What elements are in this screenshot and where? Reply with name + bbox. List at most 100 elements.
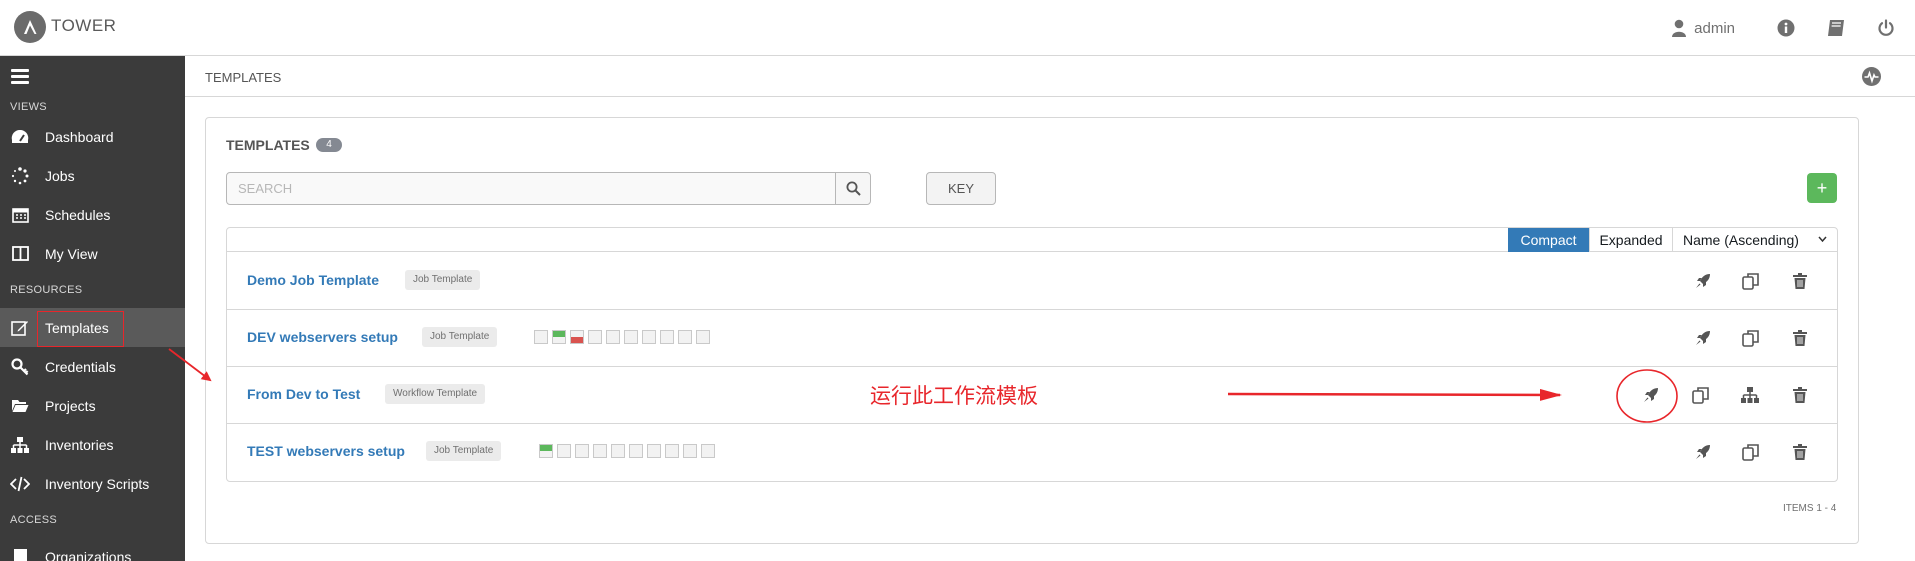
menu-toggle-icon[interactable] [11, 69, 29, 85]
code-icon [10, 474, 30, 494]
building-icon [10, 547, 30, 561]
expanded-view-button[interactable]: Expanded [1589, 228, 1672, 252]
activity-stream-icon[interactable] [1862, 67, 1881, 86]
copy-icon[interactable] [1741, 328, 1761, 348]
sidebar-item-credentials[interactable]: Credentials [0, 347, 185, 386]
launch-icon[interactable] [1641, 385, 1661, 405]
sort-select[interactable]: Name (Ascending) [1672, 228, 1837, 252]
search-input[interactable] [227, 173, 836, 204]
breadcrumb: TEMPLATES [185, 56, 1915, 97]
edit-icon [10, 318, 30, 338]
copy-icon[interactable] [1741, 442, 1761, 462]
sidebar-item-my-view[interactable]: My View [0, 234, 185, 273]
job-status-square[interactable] [678, 330, 692, 344]
templates-list: Compact Expanded Name (Ascending) Demo J… [226, 227, 1838, 482]
table-row: Demo Job Template Job Template [227, 253, 1837, 310]
sidebar-item-label: Organizations [45, 548, 132, 561]
job-status-square[interactable] [606, 330, 620, 344]
folder-icon [10, 396, 30, 416]
search-icon [846, 181, 861, 196]
sidebar-item-label: Inventories [45, 436, 114, 453]
template-name-link[interactable]: TEST webservers setup [247, 443, 405, 459]
job-status-square[interactable] [665, 444, 679, 458]
recent-jobs-sparkline [534, 330, 710, 344]
power-icon[interactable] [1875, 17, 1897, 39]
sidebar-item-jobs[interactable]: Jobs [0, 156, 185, 195]
top-navbar: TOWER admin [0, 0, 1915, 56]
job-status-square[interactable] [624, 330, 638, 344]
sidebar-item-projects[interactable]: Projects [0, 386, 185, 425]
job-status-square[interactable] [629, 444, 643, 458]
launch-icon[interactable] [1693, 271, 1713, 291]
calendar-icon [10, 205, 30, 225]
columns-icon [10, 244, 30, 264]
job-status-square[interactable] [552, 330, 566, 344]
sidebar-item-organizations[interactable]: Organizations [0, 537, 185, 561]
job-status-square[interactable] [683, 444, 697, 458]
delete-icon[interactable] [1790, 442, 1810, 462]
sidebar-item-label: My View [45, 245, 98, 262]
user-icon [1672, 19, 1687, 37]
template-type-badge: Job Template [422, 327, 498, 347]
annotation-text: 运行此工作流模板 [870, 384, 1038, 408]
recent-jobs-sparkline [539, 444, 715, 458]
delete-icon[interactable] [1790, 271, 1810, 291]
list-toolbar: Compact Expanded Name (Ascending) [227, 228, 1837, 252]
count-badge: 4 [316, 138, 342, 152]
workflow-visualizer-icon[interactable] [1740, 385, 1760, 405]
template-type-badge: Job Template [405, 270, 481, 290]
job-status-square[interactable] [539, 444, 553, 458]
section-views: VIEWS [10, 101, 47, 113]
sidebar-item-label: Dashboard [45, 128, 114, 145]
key-button[interactable]: KEY [926, 172, 996, 205]
copy-icon[interactable] [1741, 271, 1761, 291]
job-status-square[interactable] [701, 444, 715, 458]
templates-panel: TEMPLATES 4 KEY + Compact Expanded Name … [205, 117, 1859, 544]
job-status-square[interactable] [642, 330, 656, 344]
sidebar: VIEWS Dashboard Jobs Schedules My View R… [0, 56, 185, 561]
table-row: TEST webservers setup Job Template [227, 424, 1837, 481]
search-box [226, 172, 871, 205]
highlight-box [37, 311, 124, 347]
key-icon [10, 357, 30, 377]
sidebar-item-label: Projects [45, 397, 96, 414]
sidebar-item-inventories[interactable]: Inventories [0, 425, 185, 464]
job-status-square[interactable] [534, 330, 548, 344]
template-name-link[interactable]: Demo Job Template [247, 272, 379, 288]
sidebar-item-dashboard[interactable]: Dashboard [0, 117, 185, 156]
job-status-square[interactable] [696, 330, 710, 344]
template-type-badge: Job Template [426, 441, 502, 461]
section-resources: RESOURCES [10, 284, 83, 296]
book-icon[interactable] [1825, 17, 1847, 39]
template-name-link[interactable]: From Dev to Test [247, 386, 360, 402]
delete-icon[interactable] [1790, 385, 1810, 405]
search-button[interactable] [835, 173, 870, 204]
job-status-square[interactable] [647, 444, 661, 458]
add-button[interactable]: + [1807, 173, 1837, 203]
job-status-square[interactable] [575, 444, 589, 458]
copy-icon[interactable] [1691, 385, 1711, 405]
launch-icon[interactable] [1693, 328, 1713, 348]
compact-view-button[interactable]: Compact [1508, 228, 1589, 252]
template-type-badge: Workflow Template [385, 384, 486, 404]
user-menu[interactable]: admin [1672, 19, 1735, 37]
job-status-square[interactable] [588, 330, 602, 344]
ansible-logo-icon[interactable] [14, 11, 46, 43]
job-status-square[interactable] [570, 330, 584, 344]
username: admin [1694, 19, 1735, 37]
sidebar-item-label: Inventory Scripts [45, 475, 150, 492]
sitemap-icon [10, 435, 30, 455]
sidebar-item-schedules[interactable]: Schedules [0, 195, 185, 234]
info-icon[interactable] [1775, 17, 1797, 39]
job-status-square[interactable] [593, 444, 607, 458]
launch-icon[interactable] [1693, 442, 1713, 462]
job-status-square[interactable] [557, 444, 571, 458]
sidebar-item-inventory-scripts[interactable]: Inventory Scripts [0, 464, 185, 503]
sidebar-item-label: Schedules [45, 206, 111, 223]
job-status-square[interactable] [611, 444, 625, 458]
table-row: DEV webservers setup Job Template [227, 310, 1837, 367]
template-name-link[interactable]: DEV webservers setup [247, 329, 398, 345]
sidebar-item-label: Credentials [45, 358, 116, 375]
job-status-square[interactable] [660, 330, 674, 344]
delete-icon[interactable] [1790, 328, 1810, 348]
